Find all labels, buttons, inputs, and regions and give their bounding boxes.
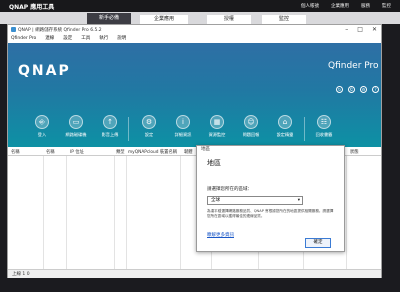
top-link-enterprise[interactable]: 企業應用 [331,3,349,9]
top-link-monitor[interactable]: 監控 [382,3,391,9]
top-bar: QNAP 應用工具 個人帳號 企業應用 服務 監控 [0,0,400,12]
column-header[interactable]: 名稱 [11,149,20,155]
column-header[interactable]: 類型 [116,149,125,155]
login-icon: ⎆ [35,115,49,129]
column-header[interactable]: 名稱 [46,149,55,155]
top-links: 個人帳號 企業應用 服務 監控 [301,3,391,9]
column-divider [126,156,127,269]
column-divider [180,156,181,269]
region-select[interactable]: 全球 ▾ [207,196,303,205]
chart-icon: ▦ [210,115,224,129]
column-header[interactable]: IP 位址 [70,149,84,155]
column-divider [114,156,115,269]
learn-more-link[interactable]: 瞭解更多資訊 [207,232,234,238]
toolbar-divider [128,117,129,141]
tool-label: 詳細資訊 [174,132,192,137]
banner: QNAP Qfinder Pro ↻ © ⚙ ? ⎆ 登入 ▭ 網路磁碟機 ↑ 影音上… [8,43,381,147]
app-brand: QNAP 應用工具 [9,4,55,11]
report-icon: ☺ [244,115,258,129]
tool-label: 設定 [144,132,154,137]
ok-button[interactable]: 確定 [305,238,331,248]
region-description: 為達平穩選擇網路服務品質、QNAP 會根據您所在的地區提供相關服務。請選擇您所在… [207,209,334,218]
tool-label: 問題回報 [242,132,260,137]
qnap-logo: QNAP [18,63,71,79]
window-title: QNAP | 網路儲存系統 Qfinder Pro 6.5.2 [18,28,102,33]
tool-details[interactable]: i 詳細資訊 [166,111,200,147]
dialog-title: 地區 [207,159,221,167]
window-controls: – □ ✕ [345,26,377,33]
tool-label: 登入 [37,132,47,137]
tab-license[interactable]: 授權 [207,15,251,24]
tool-label: 網路磁碟機 [65,132,87,137]
region-select-value: 全球 [211,198,220,203]
tool-label: 影音上傳 [101,132,119,137]
copyright-icon[interactable]: © [348,86,355,93]
tool-resource-monitor[interactable]: ▦ 資源監控 [200,111,234,147]
column-header[interactable]: 狀態 [350,149,359,155]
tool-login[interactable]: ⎆ 登入 [25,111,59,147]
product-name: Qfinder Pro [328,61,379,71]
tab-bar: 新手必備 企業應用 授權 監控 [0,12,400,24]
bookmark-icon: ☷ [317,115,331,129]
banner-icons: ↻ © ⚙ ? [336,86,379,93]
wizard-icon: ⌂ [278,115,292,129]
info-icon: i [176,115,190,129]
help-icon[interactable]: ? [372,86,379,93]
menu-help[interactable]: 說明 [117,35,126,43]
app-icon [11,27,16,32]
menu-connect[interactable]: 連線 [45,35,54,43]
tool-report[interactable]: ☺ 問題回報 [234,111,268,147]
status-bar: 上線 1 0 [8,269,381,278]
close-icon[interactable]: ✕ [372,26,377,33]
tool-settings[interactable]: ⚙ 設定 [132,111,166,147]
column-header[interactable]: myQNAPcloud 裝置名稱 [128,149,177,155]
tab-monitor[interactable]: 監控 [262,15,306,24]
tab-getting-started[interactable]: 新手必備 [87,13,131,24]
menu-bar: Qfinder Pro 連線 設定 工具 執行 說明 [8,35,381,43]
menu-qfinder[interactable]: Qfinder Pro [11,35,36,43]
menu-run[interactable]: 執行 [99,35,108,43]
folder-icon: ▭ [69,115,83,129]
tool-wizard[interactable]: ⌂ 設定精靈 [268,111,302,147]
tool-bookmarks[interactable]: ☷ 回收書籤 [307,111,341,147]
top-link-service[interactable]: 服務 [361,3,370,9]
chevron-down-icon: ▾ [297,198,300,203]
upload-icon: ↑ [103,115,117,129]
tool-network-drive[interactable]: ▭ 網路磁碟機 [59,111,93,147]
tool-label: 設定精靈 [276,132,294,137]
maximize-icon[interactable]: □ [357,26,363,33]
toolbar: ⎆ 登入 ▭ 網路磁碟機 ↑ 影音上傳 ⚙ 設定 i 詳細資訊 ▦ 資源監控 ☺ 問題回報 ⌂… [8,111,381,147]
top-link-account[interactable]: 個人帳號 [301,3,319,9]
settings-icon[interactable]: ⚙ [360,86,367,93]
dialog-header: 地區 [201,147,210,152]
region-dialog: 地區 地區 請選擇您所在的區域： 全球 ▾ 為達平穩選擇網路服務品質、QNAP … [196,145,345,252]
column-divider [346,156,347,269]
tab-enterprise[interactable]: 企業應用 [140,15,188,24]
toolbar-divider [304,117,305,141]
tool-upload[interactable]: ↑ 影音上傳 [93,111,127,147]
column-divider [66,156,67,269]
region-label: 請選擇您所在的區域： [207,187,252,192]
tool-label: 資源監控 [208,132,226,137]
refresh-icon[interactable]: ↻ [336,86,343,93]
minimize-icon[interactable]: – [345,26,348,33]
column-header[interactable]: 韌體 [184,149,193,155]
menu-settings[interactable]: 設定 [63,35,72,43]
column-divider [43,156,44,269]
gear-icon: ⚙ [142,115,156,129]
menu-tools[interactable]: 工具 [81,35,90,43]
window-titlebar: QNAP | 網路儲存系統 Qfinder Pro 6.5.2 – □ ✕ [8,25,381,35]
tool-label: 回收書籤 [315,132,333,137]
